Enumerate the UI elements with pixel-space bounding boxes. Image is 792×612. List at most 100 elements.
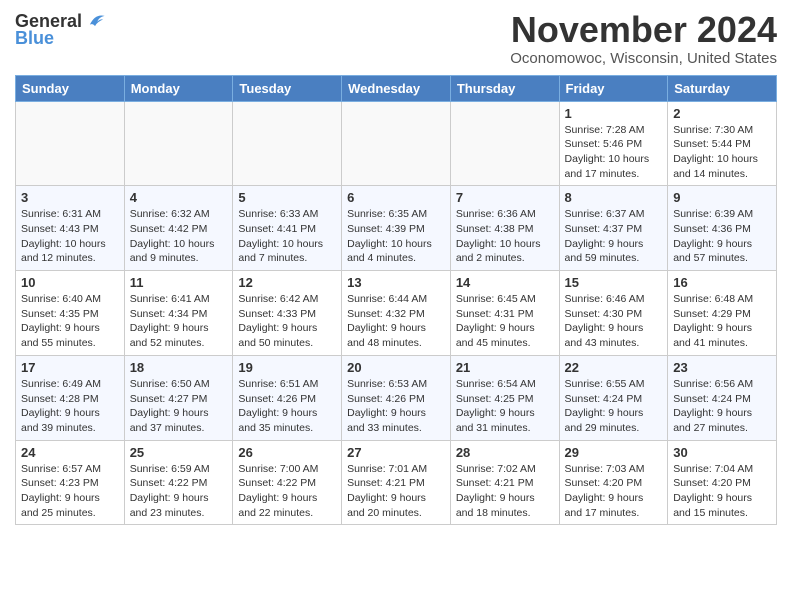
day-info: Sunrise: 6:39 AM Sunset: 4:36 PM Dayligh… (673, 207, 771, 266)
day-number: 4 (130, 190, 228, 205)
calendar-day-cell: 19 Sunrise: 6:51 AM Sunset: 4:26 PM Dayli… (233, 355, 342, 440)
calendar-day-cell: 17Sunrise: 6:49 AM Sunset: 4:28 PM Dayli… (16, 355, 125, 440)
calendar-day-cell: 10 Sunrise: 6:40 AM Sunset: 4:35 PM Dayli… (16, 271, 125, 356)
calendar-day-cell: 8 Sunrise: 6:37 AM Sunset: 4:37 PM Daylig… (559, 186, 668, 271)
day-number: 26 (238, 445, 336, 460)
day-number: 12 (238, 275, 336, 290)
calendar-day-cell: 30Sunrise: 7:04 AM Sunset: 4:20 PM Dayli… (668, 440, 777, 525)
calendar-day-cell: 21 Sunrise: 6:54 AM Sunset: 4:25 PM Dayli… (450, 355, 559, 440)
calendar-day-cell: 9Sunrise: 6:39 AM Sunset: 4:36 PM Daylig… (668, 186, 777, 271)
day-number: 10 (21, 275, 119, 290)
day-number: 28 (456, 445, 554, 460)
day-info: Sunrise: 7:28 AM Sunset: 5:46 PM Dayligh… (565, 123, 663, 182)
calendar-day-cell: 22 Sunrise: 6:55 AM Sunset: 4:24 PM Dayli… (559, 355, 668, 440)
day-info: Sunrise: 6:42 AM Sunset: 4:33 PM Dayligh… (238, 292, 336, 351)
calendar-day-cell: 3 Sunrise: 6:31 AM Sunset: 4:43 PM Daylig… (16, 186, 125, 271)
calendar-day-cell (16, 101, 125, 186)
month-title: November 2024 (510, 10, 777, 50)
day-number: 22 (565, 360, 663, 375)
calendar-day-cell: 18 Sunrise: 6:50 AM Sunset: 4:27 PM Dayli… (124, 355, 233, 440)
day-info: Sunrise: 6:46 AM Sunset: 4:30 PM Dayligh… (565, 292, 663, 351)
day-info: Sunrise: 6:40 AM Sunset: 4:35 PM Dayligh… (21, 292, 119, 351)
calendar-day-cell: 24 Sunrise: 6:57 AM Sunset: 4:23 PM Dayli… (16, 440, 125, 525)
day-info: Sunrise: 6:49 AM Sunset: 4:28 PM Dayligh… (21, 377, 119, 436)
day-number: 2 (673, 106, 771, 121)
calendar-day-cell: 2 Sunrise: 7:30 AM Sunset: 5:44 PM Daylig… (668, 101, 777, 186)
day-info: Sunrise: 6:55 AM Sunset: 4:24 PM Dayligh… (565, 377, 663, 436)
day-number: 18 (130, 360, 228, 375)
day-number: 5 (238, 190, 336, 205)
header-monday: Monday (124, 75, 233, 101)
day-info: Sunrise: 6:54 AM Sunset: 4:25 PM Dayligh… (456, 377, 554, 436)
day-number: 16 (673, 275, 771, 290)
calendar-day-cell: 1Sunrise: 7:28 AM Sunset: 5:46 PM Daylig… (559, 101, 668, 186)
day-number: 19 (238, 360, 336, 375)
day-info: Sunrise: 7:00 AM Sunset: 4:22 PM Dayligh… (238, 462, 336, 521)
day-info: Sunrise: 7:30 AM Sunset: 5:44 PM Dayligh… (673, 123, 771, 182)
calendar-day-cell: 14 Sunrise: 6:45 AM Sunset: 4:31 PM Dayli… (450, 271, 559, 356)
calendar-week-row: 17Sunrise: 6:49 AM Sunset: 4:28 PM Dayli… (16, 355, 777, 440)
calendar-day-cell: 4 Sunrise: 6:32 AM Sunset: 4:42 PM Daylig… (124, 186, 233, 271)
day-info: Sunrise: 6:41 AM Sunset: 4:34 PM Dayligh… (130, 292, 228, 351)
calendar-day-cell: 26 Sunrise: 7:00 AM Sunset: 4:22 PM Dayli… (233, 440, 342, 525)
calendar-week-row: 3 Sunrise: 6:31 AM Sunset: 4:43 PM Daylig… (16, 186, 777, 271)
header-sunday: Sunday (16, 75, 125, 101)
calendar-day-cell: 13Sunrise: 6:44 AM Sunset: 4:32 PM Dayli… (342, 271, 451, 356)
day-info: Sunrise: 6:35 AM Sunset: 4:39 PM Dayligh… (347, 207, 445, 266)
day-info: Sunrise: 6:57 AM Sunset: 4:23 PM Dayligh… (21, 462, 119, 521)
calendar-day-cell: 23Sunrise: 6:56 AM Sunset: 4:24 PM Dayli… (668, 355, 777, 440)
calendar-day-cell: 11 Sunrise: 6:41 AM Sunset: 4:34 PM Dayli… (124, 271, 233, 356)
calendar-day-cell: 16Sunrise: 6:48 AM Sunset: 4:29 PM Dayli… (668, 271, 777, 356)
day-number: 11 (130, 275, 228, 290)
header-thursday: Thursday (450, 75, 559, 101)
page-container: General Blue November 2024 Oconomowoc, W… (0, 0, 792, 535)
calendar-day-cell: 5Sunrise: 6:33 AM Sunset: 4:41 PM Daylig… (233, 186, 342, 271)
calendar-day-cell (124, 101, 233, 186)
title-block: November 2024 Oconomowoc, Wisconsin, Uni… (510, 10, 777, 67)
day-info: Sunrise: 6:50 AM Sunset: 4:27 PM Dayligh… (130, 377, 228, 436)
day-info: Sunrise: 6:45 AM Sunset: 4:31 PM Dayligh… (456, 292, 554, 351)
day-number: 7 (456, 190, 554, 205)
day-info: Sunrise: 6:44 AM Sunset: 4:32 PM Dayligh… (347, 292, 445, 351)
calendar-week-row: 1Sunrise: 7:28 AM Sunset: 5:46 PM Daylig… (16, 101, 777, 186)
day-number: 21 (456, 360, 554, 375)
day-info: Sunrise: 7:03 AM Sunset: 4:20 PM Dayligh… (565, 462, 663, 521)
day-number: 27 (347, 445, 445, 460)
day-number: 3 (21, 190, 119, 205)
calendar-week-row: 24 Sunrise: 6:57 AM Sunset: 4:23 PM Dayli… (16, 440, 777, 525)
day-number: 8 (565, 190, 663, 205)
day-info: Sunrise: 7:02 AM Sunset: 4:21 PM Dayligh… (456, 462, 554, 521)
day-info: Sunrise: 6:31 AM Sunset: 4:43 PM Dayligh… (21, 207, 119, 266)
calendar-day-cell: 28 Sunrise: 7:02 AM Sunset: 4:21 PM Dayli… (450, 440, 559, 525)
header-friday: Friday (559, 75, 668, 101)
day-info: Sunrise: 6:59 AM Sunset: 4:22 PM Dayligh… (130, 462, 228, 521)
calendar-day-cell: 15 Sunrise: 6:46 AM Sunset: 4:30 PM Dayli… (559, 271, 668, 356)
day-number: 20 (347, 360, 445, 375)
logo-blue-text: Blue (15, 28, 54, 49)
day-info: Sunrise: 7:04 AM Sunset: 4:20 PM Dayligh… (673, 462, 771, 521)
calendar-day-cell: 12 Sunrise: 6:42 AM Sunset: 4:33 PM Dayli… (233, 271, 342, 356)
calendar-day-cell: 20 Sunrise: 6:53 AM Sunset: 4:26 PM Dayli… (342, 355, 451, 440)
day-info: Sunrise: 6:36 AM Sunset: 4:38 PM Dayligh… (456, 207, 554, 266)
logo-bird-icon (84, 10, 106, 32)
calendar-day-cell (450, 101, 559, 186)
day-number: 24 (21, 445, 119, 460)
calendar-table: Sunday Monday Tuesday Wednesday Thursday… (15, 75, 777, 526)
calendar-week-row: 10 Sunrise: 6:40 AM Sunset: 4:35 PM Dayli… (16, 271, 777, 356)
day-info: Sunrise: 6:56 AM Sunset: 4:24 PM Dayligh… (673, 377, 771, 436)
day-number: 25 (130, 445, 228, 460)
calendar-day-cell: 25 Sunrise: 6:59 AM Sunset: 4:22 PM Dayli… (124, 440, 233, 525)
day-info: Sunrise: 6:32 AM Sunset: 4:42 PM Dayligh… (130, 207, 228, 266)
day-number: 15 (565, 275, 663, 290)
header-tuesday: Tuesday (233, 75, 342, 101)
calendar-day-cell: 29Sunrise: 7:03 AM Sunset: 4:20 PM Dayli… (559, 440, 668, 525)
day-info: Sunrise: 6:53 AM Sunset: 4:26 PM Dayligh… (347, 377, 445, 436)
day-info: Sunrise: 6:51 AM Sunset: 4:26 PM Dayligh… (238, 377, 336, 436)
day-number: 14 (456, 275, 554, 290)
day-info: Sunrise: 6:37 AM Sunset: 4:37 PM Dayligh… (565, 207, 663, 266)
calendar-day-cell: 7 Sunrise: 6:36 AM Sunset: 4:38 PM Daylig… (450, 186, 559, 271)
logo: General Blue (15, 10, 106, 49)
header-row: General Blue November 2024 Oconomowoc, W… (15, 10, 777, 67)
calendar-header-row: Sunday Monday Tuesday Wednesday Thursday… (16, 75, 777, 101)
day-info: Sunrise: 7:01 AM Sunset: 4:21 PM Dayligh… (347, 462, 445, 521)
